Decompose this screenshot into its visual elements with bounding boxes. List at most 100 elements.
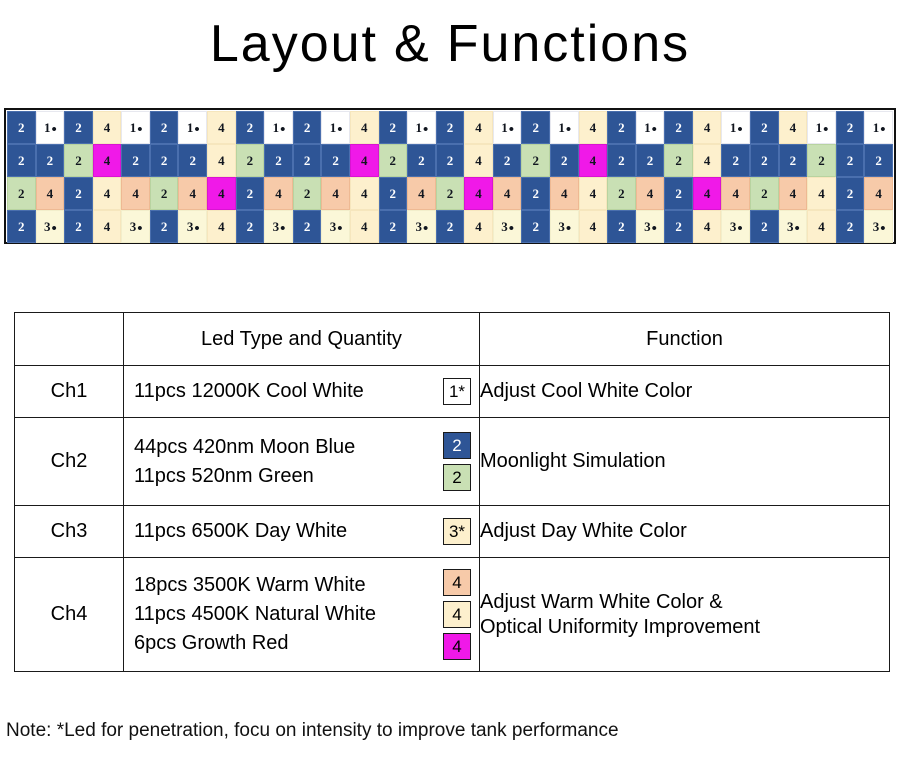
led-cell: 3 • <box>178 210 208 243</box>
led-cell: 2 <box>750 210 779 243</box>
led-cell: 4 <box>92 177 122 210</box>
led-cell: 4 <box>92 144 122 177</box>
badges-ch4: 4 4 4 <box>443 569 471 660</box>
function-ch4-line1: Adjust Warm White Color & <box>480 590 723 613</box>
led-cell: 2 <box>292 210 322 243</box>
led-cell: 4 <box>349 111 379 144</box>
led-spec-table: Led Type and Quantity Function Ch1 11pcs… <box>14 312 890 672</box>
led-cell: 4 <box>778 111 808 144</box>
led-cell: 4 <box>692 210 722 243</box>
channel-ch1: Ch1 <box>14 365 124 418</box>
led-cell: 4 <box>692 144 722 177</box>
led-cell: 2 <box>664 111 693 144</box>
led-cell: 3 • <box>864 210 893 243</box>
led-cell: 2 <box>35 144 65 177</box>
led-cell: 2 <box>750 144 779 177</box>
led-cell: 2 <box>7 111 36 144</box>
led-cell: 2 <box>264 144 293 177</box>
led-cell: 2 <box>835 177 865 210</box>
led-cell: 1 • <box>549 111 579 144</box>
led-cell: 2 <box>521 144 550 177</box>
led-cell: 2 <box>435 111 465 144</box>
channel-ch3: Ch3 <box>14 505 124 558</box>
badges-ch2: 2 2 <box>443 432 471 491</box>
led-cell: 4 <box>549 177 579 210</box>
led-cell: 2 <box>807 144 836 177</box>
led-cell: 4 <box>578 144 608 177</box>
led-cell: 2 <box>864 144 893 177</box>
led-cell: 2 <box>292 111 322 144</box>
led-cell: 4 <box>92 111 122 144</box>
led-cell: 2 <box>292 177 322 210</box>
led-cell: 2 <box>664 144 693 177</box>
led-cell: 4 <box>407 177 436 210</box>
led-cell: 1 • <box>807 111 836 144</box>
led-cell: 2 <box>521 111 550 144</box>
type-lines-ch1: 11pcs 12000K Cool White <box>134 380 364 403</box>
led-cell: 2 <box>149 144 179 177</box>
led-cell: 4 <box>121 177 150 210</box>
function-ch4: Adjust Warm White Color & Optical Unifor… <box>479 557 890 672</box>
page-title-left: Layout <box>209 15 378 73</box>
led-cell: 4 <box>578 210 608 243</box>
led-cell: 4 <box>578 177 608 210</box>
led-cell: 4 <box>321 177 350 210</box>
table-row: Ch1 11pcs 12000K Cool White 1* Adjust Co… <box>14 365 890 418</box>
led-cell: 4 <box>207 177 236 210</box>
led-cell: 2 <box>64 144 93 177</box>
type-cell-ch1: 11pcs 12000K Cool White 1* <box>123 365 480 418</box>
led-cell: 4 <box>264 177 293 210</box>
function-ch1: Adjust Cool White Color <box>479 365 890 418</box>
led-cell: 4 <box>207 111 236 144</box>
type-line: 11pcs 12000K Cool White <box>134 380 364 402</box>
led-cell: 2 <box>607 144 636 177</box>
led-cell: 2 <box>549 144 579 177</box>
led-cell: 2 <box>835 111 865 144</box>
led-cell: 1 • <box>492 111 522 144</box>
led-row: 2224222422224222422242224222222 <box>7 144 893 177</box>
function-ch4-line2: Optical Uniformity Improvement <box>480 615 761 638</box>
type-cell-ch4: 18pcs 3500K Warm White 11pcs 4500K Natur… <box>123 557 480 672</box>
led-cell: 2 <box>292 144 322 177</box>
led-cell: 4 <box>464 144 493 177</box>
led-cell: 2 <box>521 210 550 243</box>
table-row: Ch3 11pcs 6500K Day White 3* Adjust Day … <box>14 505 890 558</box>
led-cell: 2 <box>235 144 265 177</box>
header-channel <box>14 312 124 366</box>
led-cell: 3 • <box>778 210 808 243</box>
led-row: 2 3 • 2 4 3 • 2 3 • 4 2 3 • 2 3 • 4 2 3 • 2 4 3 • 2 3 • 4 2 3 • 2 4 3 • 2 3 • 4… <box>7 210 893 243</box>
table-row: Ch4 18pcs 3500K Warm White 11pcs 4500K N… <box>14 557 890 672</box>
led-cell: 1 • <box>321 111 350 144</box>
led-cell: 2 <box>492 144 522 177</box>
led-cell: 4 <box>349 177 379 210</box>
function-ch2: Moonlight Simulation <box>479 417 890 506</box>
led-cell: 2 <box>64 111 93 144</box>
type-lines-ch4: 18pcs 3500K Warm White 11pcs 4500K Natur… <box>134 574 376 655</box>
led-cell: 3 • <box>721 210 751 243</box>
led-cell: 4 <box>207 210 236 243</box>
badges-ch1: 1* <box>443 378 471 405</box>
led-cell: 2 <box>407 144 436 177</box>
badges-ch3: 3* <box>443 518 471 545</box>
led-cell: 4 <box>692 111 722 144</box>
type-line: 11pcs 4500K Natural White <box>134 603 376 625</box>
led-cell: 2 <box>607 210 636 243</box>
led-cell: 2 <box>378 210 408 243</box>
led-cell: 2 <box>750 177 779 210</box>
led-cell: 4 <box>464 111 493 144</box>
channel-ch4: Ch4 <box>14 557 124 672</box>
led-cell: 2 <box>521 177 550 210</box>
led-cell: 2 <box>64 177 93 210</box>
led-cell: 4 <box>349 144 379 177</box>
led-cell: 4 <box>721 177 751 210</box>
led-cell: 2 <box>7 210 36 243</box>
led-row: 2 1 • 2 4 1 • 2 1 • 4 2 1 • 2 1 • 4 2 1 • 2 4 1 • 2 1 • 4 2 1 • 2 4 1 • 2 4 1 •… <box>7 111 893 144</box>
led-cell: 4 <box>635 177 665 210</box>
led-cell: 3 • <box>492 210 522 243</box>
type-cell-ch3: 11pcs 6500K Day White 3* <box>123 505 480 558</box>
led-cell: 3 • <box>321 210 350 243</box>
led-cell: 1 • <box>721 111 751 144</box>
led-cell: 2 <box>235 111 265 144</box>
led-cell: 4 <box>35 177 65 210</box>
led-cell: 2 <box>664 177 693 210</box>
